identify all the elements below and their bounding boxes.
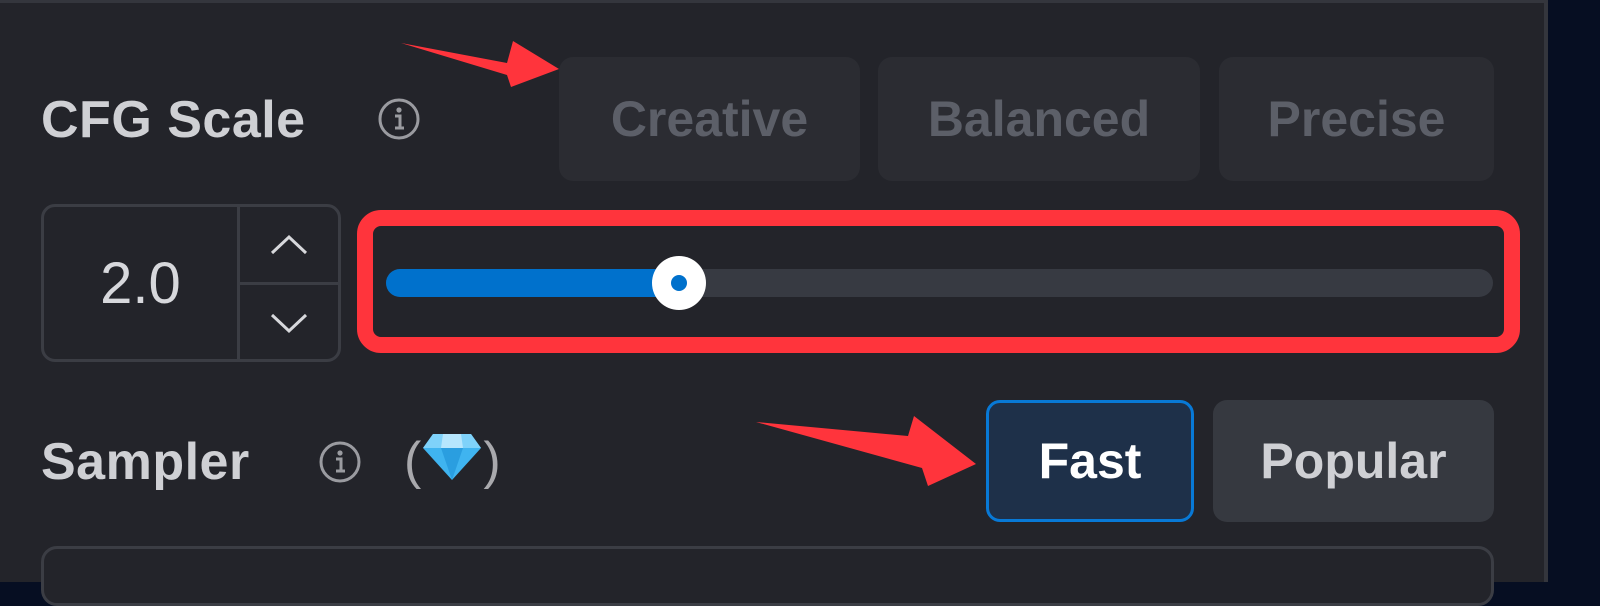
cfg-scale-stepper: 2.0 [41, 204, 341, 362]
arrow-annotation-icon [401, 41, 559, 87]
badge-paren-close: ) [483, 432, 501, 490]
sampler-select[interactable] [41, 546, 1494, 606]
cfg-scale-value-input[interactable]: 2.0 [44, 207, 237, 359]
info-icon[interactable] [318, 440, 362, 484]
preset-creative-button[interactable]: Creative [559, 57, 860, 181]
sampler-fast-button[interactable]: Fast [986, 400, 1194, 522]
cfg-scale-label: CFG Scale [41, 91, 306, 149]
premium-badge: ( ) [404, 430, 501, 491]
decrement-button[interactable] [240, 285, 338, 360]
sampler-label: Sampler [41, 433, 250, 491]
badge-paren-open: ( [404, 432, 422, 490]
preset-precise-button[interactable]: Precise [1219, 57, 1494, 181]
chevron-up-icon [270, 234, 308, 254]
slider-highlight-annotation [357, 210, 1520, 353]
preset-balanced-button[interactable]: Balanced [878, 57, 1200, 181]
gem-icon [423, 434, 482, 480]
increment-button[interactable] [240, 207, 338, 282]
arrow-annotation-icon [756, 416, 976, 486]
info-icon[interactable] [377, 97, 421, 141]
sampler-popular-button[interactable]: Popular [1213, 400, 1494, 522]
chevron-down-icon [270, 313, 308, 333]
